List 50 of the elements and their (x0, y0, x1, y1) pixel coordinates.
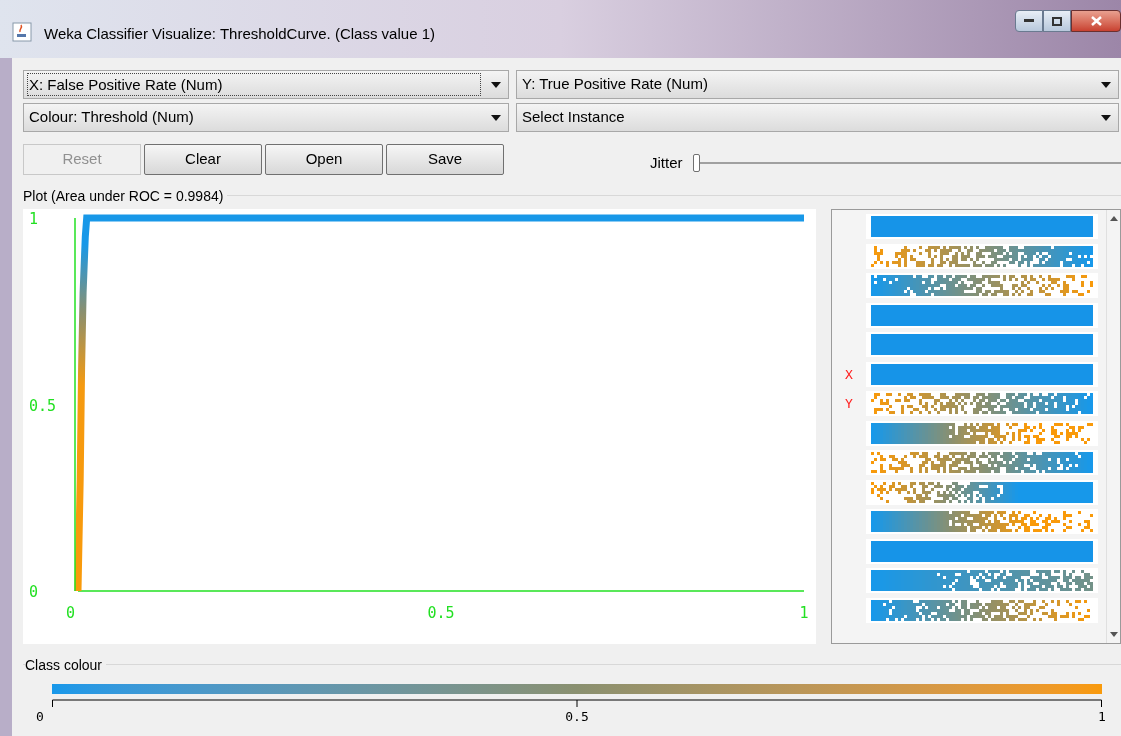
x-tick-label: 1 (799, 604, 809, 622)
attribute-strip[interactable] (866, 568, 1098, 594)
x-tick-label: 0.5 (427, 604, 455, 622)
toolbar-button[interactable]: Open (265, 143, 383, 175)
attribute-strip[interactable] (866, 243, 1098, 269)
attribute-strip[interactable] (866, 273, 1098, 299)
attribute-strip[interactable] (866, 361, 1098, 387)
dropdown[interactable]: X: False Positive Rate (Num) (23, 70, 509, 99)
colour-tick-label: 1 (1098, 708, 1106, 726)
attribute-strip[interactable] (866, 420, 1098, 446)
maximize-button[interactable] (1043, 10, 1071, 32)
java-cup-icon (12, 22, 32, 42)
attribute-strip[interactable] (866, 509, 1098, 535)
y-tick-label: 0.5 (29, 396, 57, 415)
close-icon (1090, 16, 1102, 26)
attribute-strip[interactable] (866, 391, 1098, 417)
jitter-label: Jitter (650, 152, 683, 173)
attribute-strip[interactable] (866, 214, 1098, 240)
attribute-strip[interactable] (866, 302, 1098, 328)
scrollbar[interactable] (1106, 210, 1120, 643)
y-tick-label: 1 (29, 210, 39, 228)
maximize-icon (1052, 16, 1062, 26)
axis-marker: X (844, 365, 854, 384)
dropdown[interactable]: Select Instance (516, 103, 1119, 132)
minimize-button[interactable] (1015, 10, 1043, 32)
slider-thumb[interactable] (692, 154, 700, 172)
colour-tick-label: 0.5 (565, 708, 589, 726)
caret-icon (1101, 114, 1111, 121)
scroll-down-icon[interactable] (1109, 632, 1118, 637)
attribute-strip[interactable] (866, 450, 1098, 476)
axis-marker: Y (844, 395, 854, 413)
x-tick-label: 0 (66, 604, 76, 622)
jitter-slider[interactable] (692, 154, 1121, 172)
attribute-strip[interactable] (866, 479, 1098, 505)
y-tick-label: 0 (29, 583, 39, 601)
dropdown[interactable]: Colour: Threshold (Num) (23, 103, 509, 132)
close-button[interactable] (1071, 10, 1121, 32)
attribute-strip[interactable] (866, 538, 1098, 564)
attribute-strip[interactable] (866, 332, 1098, 358)
window-title: Weka Classifier Visualize: ThresholdCurve. (Class value 1) (44, 24, 435, 44)
colour-tick-label: 0 (36, 708, 44, 726)
caret-icon (1101, 81, 1111, 88)
minimize-icon (1024, 19, 1034, 23)
caret-icon (491, 81, 501, 88)
dropdown[interactable]: Y: True Positive Rate (Num) (516, 70, 1119, 99)
toolbar-button[interactable]: Clear (144, 143, 262, 175)
toolbar-button[interactable]: Save (386, 143, 504, 175)
scroll-up-icon[interactable] (1109, 216, 1118, 221)
caret-icon (491, 114, 501, 121)
attribute-strip[interactable] (866, 597, 1098, 623)
